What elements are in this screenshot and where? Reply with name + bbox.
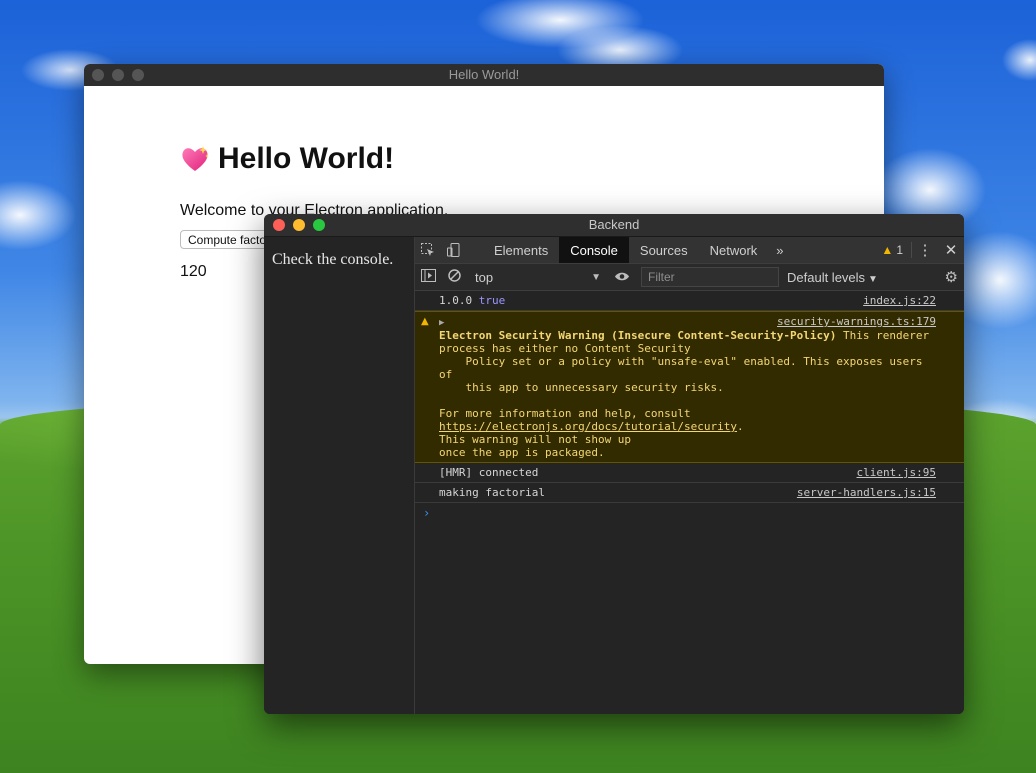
main-traffic-lights	[92, 69, 144, 81]
backend-page-pane: Check the console.	[264, 237, 415, 714]
clear-console-icon[interactable]	[441, 269, 467, 285]
tab-network[interactable]: Network	[699, 237, 769, 263]
security-docs-link[interactable]: https://electronjs.org/docs/tutorial/sec…	[439, 420, 737, 433]
source-link[interactable]: client.js:95	[857, 466, 936, 479]
filter-input[interactable]	[641, 267, 779, 287]
minimize-button[interactable]	[293, 219, 305, 231]
source-link[interactable]: security-warnings.ts:179	[777, 315, 936, 328]
eye-icon[interactable]	[609, 269, 635, 285]
sparkling-heart-icon	[180, 144, 210, 174]
more-tabs-icon[interactable]: »	[768, 237, 791, 263]
boolean-value: true	[478, 294, 506, 307]
console-message[interactable]: 1.0.0 true index.js:22	[415, 291, 964, 311]
gear-icon[interactable]: ⚙	[945, 268, 958, 286]
message-text: making factorial	[439, 486, 545, 499]
sidebar-toggle-icon[interactable]	[415, 269, 441, 285]
log-levels-dropdown[interactable]: Default levels ▼	[787, 270, 878, 285]
close-button[interactable]	[273, 219, 285, 231]
source-link[interactable]: server-handlers.js:15	[797, 486, 936, 499]
console-prompt[interactable]: ›	[415, 503, 964, 520]
minimize-dot[interactable]	[112, 69, 124, 81]
heading-text: Hello World!	[218, 142, 395, 175]
page-heading: Hello World!	[180, 142, 884, 176]
tab-console[interactable]: Console	[559, 237, 629, 263]
devtools-traffic-lights	[273, 219, 325, 231]
main-titlebar[interactable]: Hello World!	[84, 64, 884, 86]
prompt-chevron-icon: ›	[423, 506, 431, 520]
warning-icon: ▲	[421, 316, 429, 327]
console-messages: 1.0.0 true index.js:22 ▲ ▶ security-warn…	[415, 291, 964, 520]
expand-triangle-icon[interactable]: ▶	[439, 318, 444, 328]
security-warning-message[interactable]: ▲ ▶ security-warnings.ts:179 Electron Se…	[415, 311, 964, 463]
close-devtools-icon[interactable]: ✕	[938, 241, 964, 259]
source-link[interactable]: index.js:22	[863, 294, 936, 307]
caret-down-icon: ▼	[868, 273, 878, 285]
zoom-button[interactable]	[313, 219, 325, 231]
tab-sources[interactable]: Sources	[629, 237, 699, 263]
console-message[interactable]: [HMR] connected client.js:95	[415, 463, 964, 483]
tabbar-right-controls: ▲ 1 ⋮ ✕	[873, 237, 964, 263]
devtools-panel: Elements Console Sources Network » ▲ 1 ⋮…	[415, 237, 964, 714]
console-filterbar: top ▼ Default levels▼ ⚙	[415, 264, 964, 291]
devtools-window-title: Backend	[588, 217, 640, 232]
device-toolbar-icon[interactable]	[441, 237, 467, 263]
devtools-titlebar[interactable]: Backend	[264, 214, 964, 237]
warning-text: Electron Security Warning (Insecure Cont…	[439, 329, 930, 459]
console-message[interactable]: making factorial server-handlers.js:15	[415, 483, 964, 503]
inspect-element-icon[interactable]	[415, 237, 441, 263]
warning-count: 1	[896, 243, 903, 257]
tab-elements[interactable]: Elements	[483, 237, 559, 263]
message-text: [HMR] connected	[439, 466, 539, 479]
kebab-menu-icon[interactable]: ⋮	[912, 241, 938, 259]
backend-devtools-window: Backend Check the console. Elements Cons…	[264, 214, 964, 714]
context-selector[interactable]: top ▼	[467, 270, 605, 285]
message-text: 1.0.0	[439, 294, 473, 307]
zoom-dot[interactable]	[132, 69, 144, 81]
caret-down-icon: ▼	[591, 271, 601, 283]
context-value: top	[475, 269, 494, 285]
warning-counter[interactable]: ▲ 1	[873, 243, 911, 257]
check-console-text: Check the console.	[272, 251, 394, 268]
warning-icon: ▲	[881, 243, 894, 257]
close-dot[interactable]	[92, 69, 104, 81]
devtools-tabbar: Elements Console Sources Network » ▲ 1 ⋮…	[415, 237, 964, 264]
levels-label: Default levels	[787, 269, 866, 285]
main-window-title: Hello World!	[448, 67, 520, 82]
